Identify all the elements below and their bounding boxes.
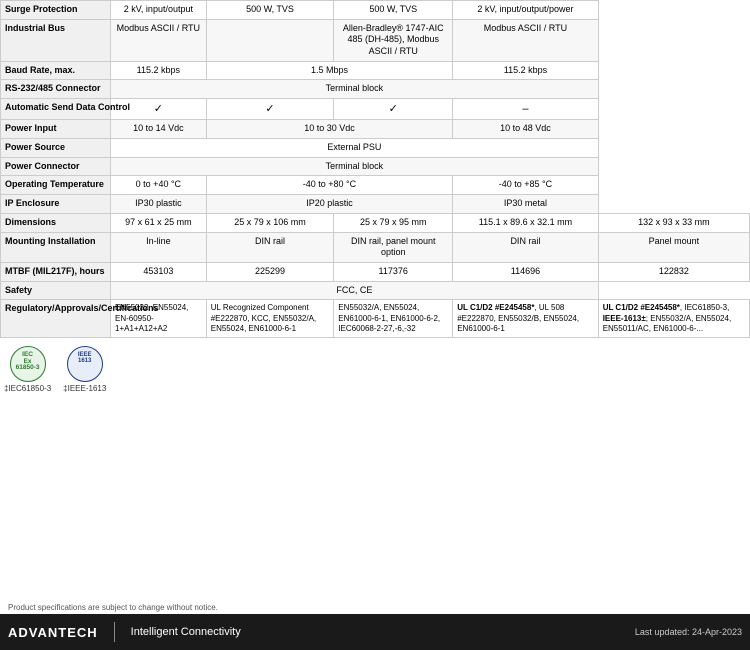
cell-value: -40 to +85 °C bbox=[453, 176, 598, 195]
row-label: Automatic Send Data Control bbox=[1, 99, 111, 120]
cell-value: IP20 plastic bbox=[206, 195, 452, 214]
table-row: Power Input10 to 14 Vdc10 to 30 Vdc10 to… bbox=[1, 120, 750, 139]
table-row: MTBF (MIL217F), hours4531032252991173761… bbox=[1, 262, 750, 281]
cell-value: 25 x 79 x 95 mm bbox=[334, 213, 453, 232]
cell-value: Panel mount bbox=[598, 232, 749, 262]
table-row: Automatic Send Data Control✓✓✓– bbox=[1, 99, 750, 120]
iec-badge: IECEx61850-3 bbox=[10, 346, 46, 382]
cell-value: 0 to +40 °C bbox=[111, 176, 207, 195]
row-label: RS-232/485 Connector bbox=[1, 80, 111, 99]
row-label: Regulatory/Approvals/Certifications bbox=[1, 300, 111, 338]
footer-tagline: Intelligent Connectivity bbox=[131, 626, 241, 638]
footer-updated: Last updated: 24-Apr-2023 bbox=[635, 627, 742, 637]
cell-value: -40 to +80 °C bbox=[206, 176, 452, 195]
row-label: Surge Protection bbox=[1, 1, 111, 20]
cell-value: 115.2 kbps bbox=[453, 61, 598, 80]
table-row: Power ConnectorTerminal block bbox=[1, 157, 750, 176]
table-row: SafetyFCC, CE bbox=[1, 281, 750, 300]
row-label: Power Source bbox=[1, 139, 111, 158]
footer-divider bbox=[114, 622, 115, 642]
cell-value: UL C1/D2 #E245458*, UL 508 #E222870, EN5… bbox=[453, 300, 598, 338]
row-label: Power Connector bbox=[1, 157, 111, 176]
iec-logo-item: IECEx61850-3 ‡IEC61850-3 bbox=[4, 346, 51, 393]
cell-value bbox=[206, 19, 334, 61]
row-label: Dimensions bbox=[1, 213, 111, 232]
advantech-logo: ADVANTECH bbox=[8, 625, 98, 640]
cell-value: 10 to 48 Vdc bbox=[453, 120, 598, 139]
row-label: Mounting Installation bbox=[1, 232, 111, 262]
cell-value: DIN rail bbox=[453, 232, 598, 262]
sub-note: Product specifications are subject to ch… bbox=[0, 601, 750, 614]
cell-value: Modbus ASCII / RTU bbox=[111, 19, 207, 61]
cell-value: 122832 bbox=[598, 262, 749, 281]
ieee-logo-item: IEEE1613 ‡IEEE-1613 bbox=[63, 346, 106, 393]
table-row: Operating Temperature0 to +40 °C-40 to +… bbox=[1, 176, 750, 195]
row-label: Power Input bbox=[1, 120, 111, 139]
row-label: Baud Rate, max. bbox=[1, 61, 111, 80]
cell-value: DIN rail, panel mount option bbox=[334, 232, 453, 262]
table-row: RS-232/485 ConnectorTerminal block bbox=[1, 80, 750, 99]
iec-label: ‡IEC61850-3 bbox=[4, 384, 51, 393]
cell-value: 132 x 93 x 33 mm bbox=[598, 213, 749, 232]
table-row: IP EnclosureIP30 plasticIP20 plasticIP30… bbox=[1, 195, 750, 214]
sub-note-text: Product specifications are subject to ch… bbox=[8, 603, 218, 612]
cell-value: In-line bbox=[111, 232, 207, 262]
cell-value: FCC, CE bbox=[111, 281, 599, 300]
cell-value: External PSU bbox=[111, 139, 599, 158]
cell-value: DIN rail bbox=[206, 232, 334, 262]
cell-value: 2 kV, input/output bbox=[111, 1, 207, 20]
cell-value: IP30 metal bbox=[453, 195, 598, 214]
cell-value: Terminal block bbox=[111, 157, 599, 176]
cell-value: IP30 plastic bbox=[111, 195, 207, 214]
cell-value: 97 x 61 x 25 mm bbox=[111, 213, 207, 232]
cell-value: UL C1/D2 #E245458*, IEC61850-3, IEEE-161… bbox=[598, 300, 749, 338]
cell-value: 114696 bbox=[453, 262, 598, 281]
row-label: IP Enclosure bbox=[1, 195, 111, 214]
cell-value: 2 kV, input/output/power bbox=[453, 1, 598, 20]
cell-value: 115.2 kbps bbox=[111, 61, 207, 80]
cell-value: 10 to 30 Vdc bbox=[206, 120, 452, 139]
table-row: Baud Rate, max.115.2 kbps1.5 Mbps115.2 k… bbox=[1, 61, 750, 80]
table-row: Industrial BusModbus ASCII / RTUAllen-Br… bbox=[1, 19, 750, 61]
cell-value: 115.1 x 89.6 x 32.1 mm bbox=[453, 213, 598, 232]
cell-value: Modbus ASCII / RTU bbox=[453, 19, 598, 61]
cell-value: 500 W, TVS bbox=[206, 1, 334, 20]
cell-value: Terminal block bbox=[111, 80, 599, 99]
table-row: Dimensions97 x 61 x 25 mm25 x 79 x 106 m… bbox=[1, 213, 750, 232]
table-row: Regulatory/Approvals/CertificationsEN550… bbox=[1, 300, 750, 338]
cell-value: 1.5 Mbps bbox=[206, 61, 452, 80]
row-label: Industrial Bus bbox=[1, 19, 111, 61]
cell-value: 453103 bbox=[111, 262, 207, 281]
cell-value: 225299 bbox=[206, 262, 334, 281]
cell-value: – bbox=[453, 99, 598, 120]
row-label: MTBF (MIL217F), hours bbox=[1, 262, 111, 281]
footer-brand: ADVANTECH Intelligent Connectivity bbox=[8, 622, 241, 642]
cell-value: EN55032, EN55024, EN-60950-1+A1+A12+A2 bbox=[111, 300, 207, 338]
ieee-badge: IEEE1613 bbox=[67, 346, 103, 382]
table-row: Mounting InstallationIn-lineDIN railDIN … bbox=[1, 232, 750, 262]
cell-value: 117376 bbox=[334, 262, 453, 281]
cell-value: UL Recognized Component #E222870, KCC, E… bbox=[206, 300, 334, 338]
ieee-label: ‡IEEE-1613 bbox=[63, 384, 106, 393]
cell-value: 25 x 79 x 106 mm bbox=[206, 213, 334, 232]
cell-value: ✓ bbox=[334, 99, 453, 120]
logos-row: IECEx61850-3 ‡IEC61850-3 IEEE1613 ‡IEEE-… bbox=[0, 338, 750, 401]
row-label: Safety bbox=[1, 281, 111, 300]
table-row: Power SourceExternal PSU bbox=[1, 139, 750, 158]
cell-value: Allen-Bradley® 1747-AIC 485 (DH-485), Mo… bbox=[334, 19, 453, 61]
cell-value: EN55032/A, EN55024, EN61000-6-1, EN61000… bbox=[334, 300, 453, 338]
row-label: Operating Temperature bbox=[1, 176, 111, 195]
cell-value: 500 W, TVS bbox=[334, 1, 453, 20]
cell-value: ✓ bbox=[206, 99, 334, 120]
table-row: Surge Protection2 kV, input/output500 W,… bbox=[1, 1, 750, 20]
specs-table: Surge Protection2 kV, input/output500 W,… bbox=[0, 0, 750, 338]
main-content: Surge Protection2 kV, input/output500 W,… bbox=[0, 0, 750, 600]
footer: ADVANTECH Intelligent Connectivity Last … bbox=[0, 614, 750, 650]
cell-value: 10 to 14 Vdc bbox=[111, 120, 207, 139]
